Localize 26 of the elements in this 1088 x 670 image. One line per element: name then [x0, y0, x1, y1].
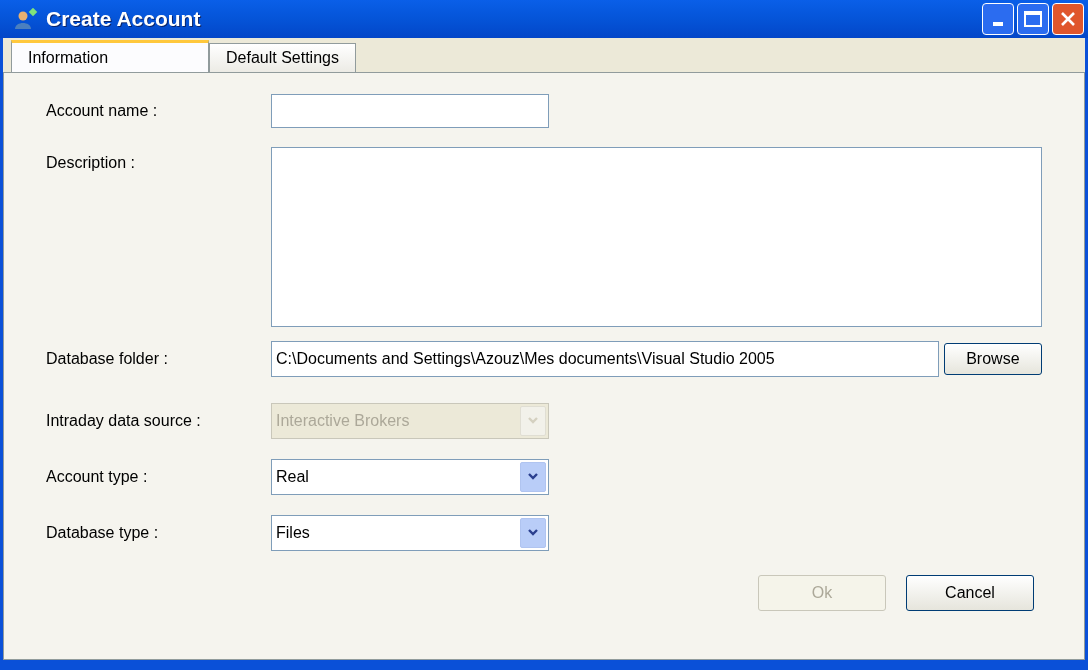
- folder-field[interactable]: C:\Documents and Settings\Azouz\Mes documents\Visual Studio 2005: [271, 341, 939, 377]
- text-field[interactable]: [271, 94, 549, 128]
- chevron-down-icon: [528, 417, 538, 425]
- chevron-down-icon: [528, 473, 538, 481]
- tab[interactable]: Information: [11, 40, 209, 72]
- maximize-icon: [1024, 11, 1042, 27]
- browse-button[interactable]: Browse: [943, 343, 1042, 375]
- field-label: Account type :: [46, 467, 149, 487]
- minimize-icon: [993, 22, 1003, 26]
- dropdown[interactable]: Files: [271, 515, 549, 551]
- minimize-button[interactable]: [982, 3, 1014, 35]
- maximize-button[interactable]: [1017, 3, 1049, 35]
- tab[interactable]: Default Settings: [209, 43, 356, 72]
- field-label: Account name :: [46, 101, 159, 121]
- field-label: Database folder :: [46, 349, 169, 369]
- field-label: Database type :: [46, 523, 160, 543]
- close-icon: [1060, 11, 1076, 27]
- window-title: Create Account: [46, 6, 201, 33]
- chevron-down-icon: [528, 529, 538, 537]
- user-add-icon: [14, 8, 38, 30]
- dialog-button[interactable]: Cancel: [906, 575, 1034, 611]
- field-label: Intraday data source :: [46, 411, 202, 431]
- close-button[interactable]: [1052, 3, 1084, 35]
- description-field[interactable]: [271, 147, 1042, 327]
- field-label: Description :: [46, 153, 136, 173]
- dropdown[interactable]: Real: [271, 459, 549, 495]
